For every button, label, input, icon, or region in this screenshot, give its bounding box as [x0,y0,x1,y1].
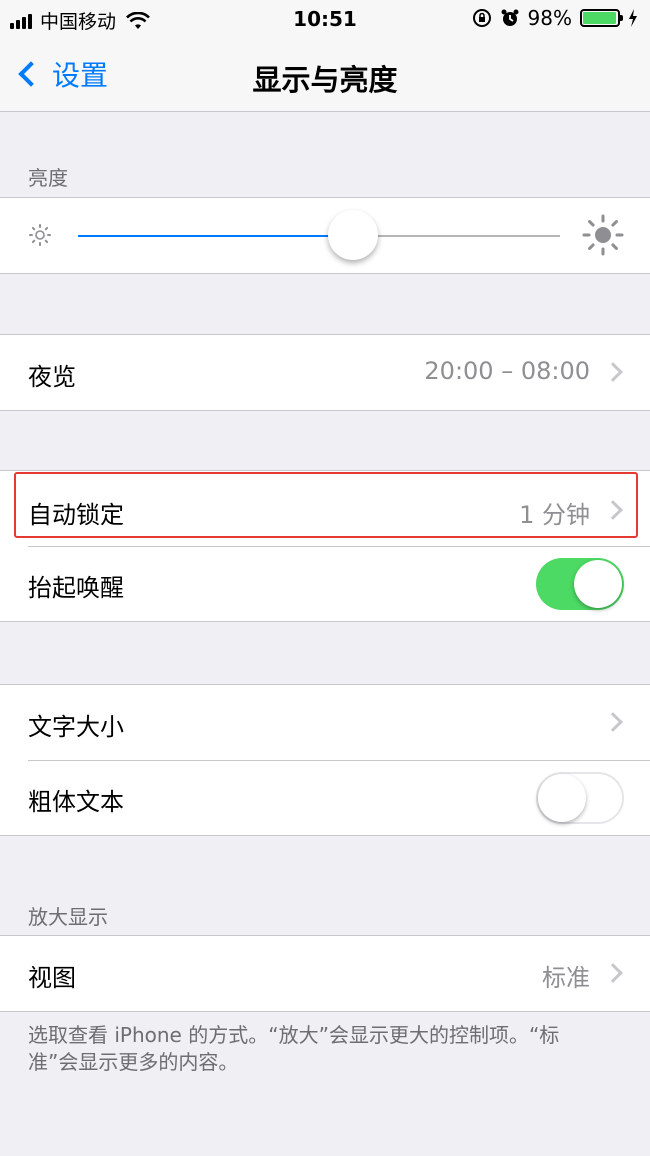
text-size-row[interactable]: 文字大小 [0,685,650,760]
brightness-header: 亮度 [28,166,68,190]
brightness-row [0,198,650,273]
zoom-header: 放大显示 [28,905,108,929]
chevron-right-icon [603,712,623,732]
bold-text-toggle[interactable] [536,772,624,824]
rotation-lock-icon [472,9,491,27]
battery-percent: 98% [527,6,572,30]
chevron-right-icon [603,362,623,382]
view-row[interactable]: 视图 标准 [0,936,650,1011]
brightness-group [0,197,650,274]
sun-large-icon [582,214,624,256]
charging-icon [629,9,637,27]
brightness-slider[interactable] [78,210,560,260]
zoom-footer-note: 选取查看 iPhone 的方式。“放大”会显示更大的控制项。“标准”会显示更多的… [28,1023,560,1074]
alarm-icon [501,9,519,26]
night-shift-group: 夜览 20:00 – 08:00 [0,334,650,411]
sun-small-icon [29,224,51,246]
auto-lock-highlight-box [14,472,638,538]
navigation-bar: 设置 显示与亮度 [0,40,650,112]
bold-text-label: 粗体文本 [28,788,124,816]
status-right: 98% [472,6,638,30]
raise-to-wake-label: 抬起唤醒 [28,574,124,602]
bold-text-row: 粗体文本 [0,760,650,835]
toggle-knob [574,560,622,608]
raise-to-wake-row: 抬起唤醒 [0,546,650,621]
zoom-group: 视图 标准 [0,935,650,1012]
view-value: 标准 [542,964,590,992]
brightness-slider-thumb[interactable] [327,210,378,260]
brightness-slider-fill [78,235,353,237]
view-label: 视图 [28,964,76,992]
chevron-right-icon [603,963,623,983]
raise-to-wake-toggle[interactable] [536,558,624,610]
text-group: 文字大小 粗体文本 [0,684,650,836]
page-title: 显示与亮度 [252,63,398,97]
toggle-knob [538,774,586,822]
display-brightness-screen: 中国移动 10:51 98% 设置 显示与亮度 亮度 夜览 20:00 – 08… [0,0,650,1156]
battery-icon [580,9,623,27]
text-size-label: 文字大小 [28,713,124,741]
battery-fill [583,12,617,24]
status-bar: 中国移动 10:51 98% [0,0,650,40]
night-shift-row[interactable]: 夜览 20:00 – 08:00 [0,335,650,410]
night-shift-label: 夜览 [28,363,76,391]
night-shift-value: 20:00 – 08:00 [424,357,590,385]
